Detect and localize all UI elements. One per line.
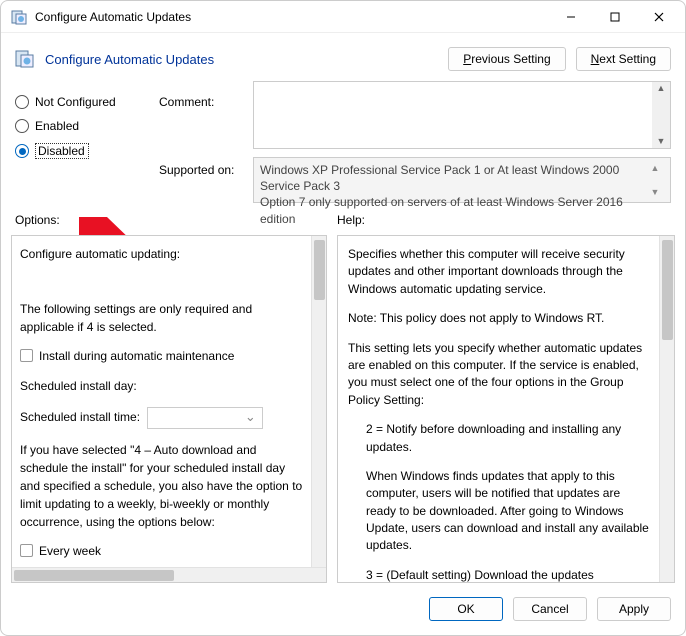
help-paragraph: When Windows finds updates that apply to… <box>348 468 653 555</box>
settings-block: Not Configured Enabled Disabled Comment:… <box>1 77 685 211</box>
titlebar: Configure Automatic Updates <box>1 1 685 33</box>
radio-label: Enabled <box>35 119 79 133</box>
minimize-button[interactable] <box>549 2 593 32</box>
close-button[interactable] <box>637 2 681 32</box>
comment-field[interactable]: ▲▼ <box>253 81 671 149</box>
comment-label: Comment: <box>159 95 243 109</box>
cancel-button[interactable]: Cancel <box>513 597 587 621</box>
ok-button[interactable]: OK <box>429 597 503 621</box>
page-title: Configure Automatic Updates <box>45 52 438 67</box>
radio-label: Disabled <box>35 143 89 159</box>
radio-icon <box>15 95 29 109</box>
help-paragraph: Specifies whether this computer will rec… <box>348 246 653 298</box>
scrollbar[interactable]: ▲▼ <box>652 82 670 148</box>
radio-not-configured[interactable]: Not Configured <box>15 95 149 109</box>
window-title: Configure Automatic Updates <box>35 10 549 24</box>
apply-button[interactable]: Apply <box>597 597 671 621</box>
help-paragraph: Note: This policy does not apply to Wind… <box>348 310 653 327</box>
options-vscrollbar[interactable] <box>311 236 326 567</box>
pane-labels: Options: Help: <box>1 211 685 229</box>
scheduled-time-combo[interactable] <box>147 407 263 429</box>
checkbox-label: Install during automatic maintenance <box>39 349 234 363</box>
checkbox-icon <box>20 544 33 557</box>
configure-updating-label: Configure automatic updating: <box>18 246 305 263</box>
policy-icon <box>11 9 27 25</box>
radio-label: Not Configured <box>35 95 116 109</box>
help-paragraph: This setting lets you specify whether au… <box>348 340 653 410</box>
next-setting-button[interactable]: Next Setting <box>576 47 671 71</box>
scrollbar[interactable]: ▲▼ <box>646 162 664 198</box>
every-week-checkbox[interactable]: Every week <box>18 543 305 560</box>
radio-icon <box>15 119 29 133</box>
checkbox-label: Every week <box>39 544 101 558</box>
help-vscrollbar[interactable] <box>659 236 674 582</box>
help-paragraph: 2 = Notify before downloading and instal… <box>348 421 653 456</box>
radio-enabled[interactable]: Enabled <box>15 119 149 133</box>
radio-disabled[interactable]: Disabled <box>15 143 149 159</box>
options-hscrollbar[interactable] <box>12 567 326 582</box>
options-pane: Configure automatic updating: The follow… <box>11 235 327 583</box>
policy-header-icon <box>15 49 35 69</box>
footer-buttons: OK Cancel Apply <box>1 589 685 635</box>
supported-label: Supported on: <box>159 163 243 177</box>
header-row: Configure Automatic Updates Previous Set… <box>1 33 685 77</box>
install-maintenance-checkbox[interactable]: Install during automatic maintenance <box>18 348 305 365</box>
help-pane: Specifies whether this computer will rec… <box>337 235 675 583</box>
scheduled-time-row: Scheduled install time: <box>18 407 305 429</box>
schedule-note: If you have selected "4 – Auto download … <box>18 441 305 531</box>
scheduled-day-row: Scheduled install day: <box>18 378 305 395</box>
options-label: Options: <box>15 213 337 227</box>
supported-on-field: Windows XP Professional Service Pack 1 o… <box>253 157 671 203</box>
maximize-button[interactable] <box>593 2 637 32</box>
help-paragraph: 3 = (Default setting) Download the updat… <box>348 567 653 582</box>
help-label: Help: <box>337 213 365 227</box>
field-labels: Comment: Supported on: <box>159 81 243 203</box>
previous-setting-button[interactable]: Previous Setting <box>448 47 565 71</box>
state-radios: Not Configured Enabled Disabled <box>15 81 149 203</box>
checkbox-icon <box>20 349 33 362</box>
radio-icon <box>15 144 29 158</box>
required-note: The following settings are only required… <box>18 301 305 336</box>
